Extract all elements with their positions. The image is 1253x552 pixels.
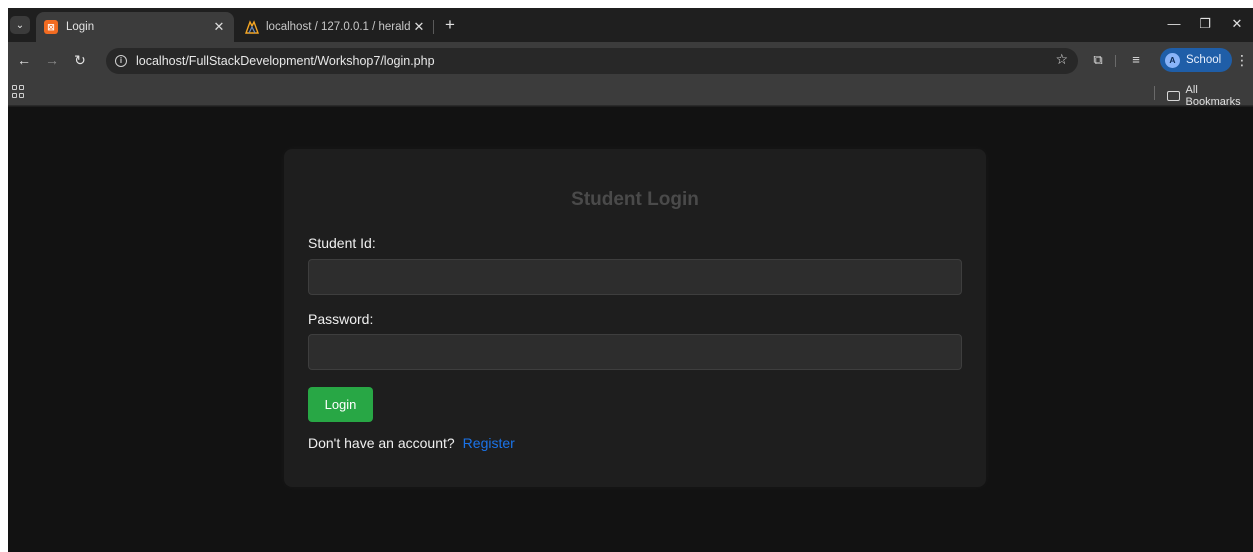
register-prompt: Don't have an account? Register bbox=[308, 435, 515, 451]
forward-icon[interactable]: → bbox=[42, 50, 62, 70]
xampp-icon: ⊠ bbox=[44, 20, 58, 34]
tab-divider bbox=[433, 20, 434, 34]
bookmarks-divider bbox=[1154, 86, 1155, 100]
phpmyadmin-icon bbox=[244, 20, 260, 34]
back-icon[interactable]: ← bbox=[14, 50, 34, 70]
tab-title: localhost / 127.0.0.1 / herald_d bbox=[266, 21, 410, 33]
bookmark-star-icon[interactable]: ☆ bbox=[1055, 51, 1068, 68]
close-icon[interactable]: ✕ bbox=[210, 18, 228, 36]
login-card: Student Login Student Id: Password: Logi… bbox=[284, 149, 986, 487]
all-bookmarks-button[interactable]: All Bookmarks bbox=[1167, 84, 1253, 108]
site-info-icon[interactable]: i bbox=[112, 52, 130, 70]
minimize-icon[interactable]: — bbox=[1161, 14, 1187, 34]
bookmarks-bar: All Bookmarks bbox=[8, 78, 1253, 108]
profile-name: School bbox=[1186, 54, 1222, 66]
password-input[interactable] bbox=[308, 334, 962, 370]
login-button[interactable]: Login bbox=[308, 387, 373, 422]
register-link[interactable]: Register bbox=[463, 435, 515, 451]
student-id-input[interactable] bbox=[308, 259, 962, 295]
tab-search-icon[interactable]: ⌄ bbox=[10, 16, 30, 34]
no-account-text: Don't have an account? bbox=[308, 435, 455, 451]
student-id-label: Student Id: bbox=[308, 235, 376, 251]
tab-title: Login bbox=[66, 21, 95, 33]
password-label: Password: bbox=[308, 311, 374, 327]
page-viewport: Student Login Student Id: Password: Logi… bbox=[8, 107, 1253, 552]
folder-icon bbox=[1167, 91, 1180, 101]
browser-toolbar: ← → ↻ i localhost/FullStackDevelopment/W… bbox=[8, 42, 1253, 78]
tab-login[interactable]: ⊠ Login ✕ bbox=[36, 12, 234, 42]
url-text[interactable]: localhost/FullStackDevelopment/Workshop7… bbox=[136, 54, 435, 68]
new-tab-icon[interactable]: + bbox=[441, 16, 459, 34]
reading-list-icon[interactable]: ≡ bbox=[1126, 50, 1146, 70]
tab-strip: ⌄ ⊠ Login ✕ localhost / 127.0.0.1 / hera… bbox=[8, 8, 1253, 42]
restore-icon[interactable]: ❐ bbox=[1192, 14, 1218, 34]
toolbar-divider bbox=[1115, 55, 1116, 67]
address-bar[interactable]: i localhost/FullStackDevelopment/Worksho… bbox=[106, 48, 1078, 74]
avatar: A bbox=[1165, 52, 1180, 68]
page-title: Student Login bbox=[571, 189, 699, 210]
apps-grid-icon[interactable] bbox=[12, 85, 26, 99]
browser-window: ⌄ ⊠ Login ✕ localhost / 127.0.0.1 / hera… bbox=[8, 8, 1253, 552]
extensions-icon[interactable]: ⧉ bbox=[1088, 50, 1108, 70]
window-close-icon[interactable]: ✕ bbox=[1224, 14, 1250, 34]
more-menu-icon[interactable]: ⋮ bbox=[1235, 50, 1249, 70]
tab-phpmyadmin[interactable]: localhost / 127.0.0.1 / herald_d ✕ bbox=[236, 12, 434, 42]
reload-icon[interactable]: ↻ bbox=[70, 50, 90, 70]
all-bookmarks-label: All Bookmarks bbox=[1185, 84, 1241, 108]
close-icon[interactable]: ✕ bbox=[410, 18, 428, 36]
profile-button[interactable]: A School bbox=[1160, 48, 1232, 72]
